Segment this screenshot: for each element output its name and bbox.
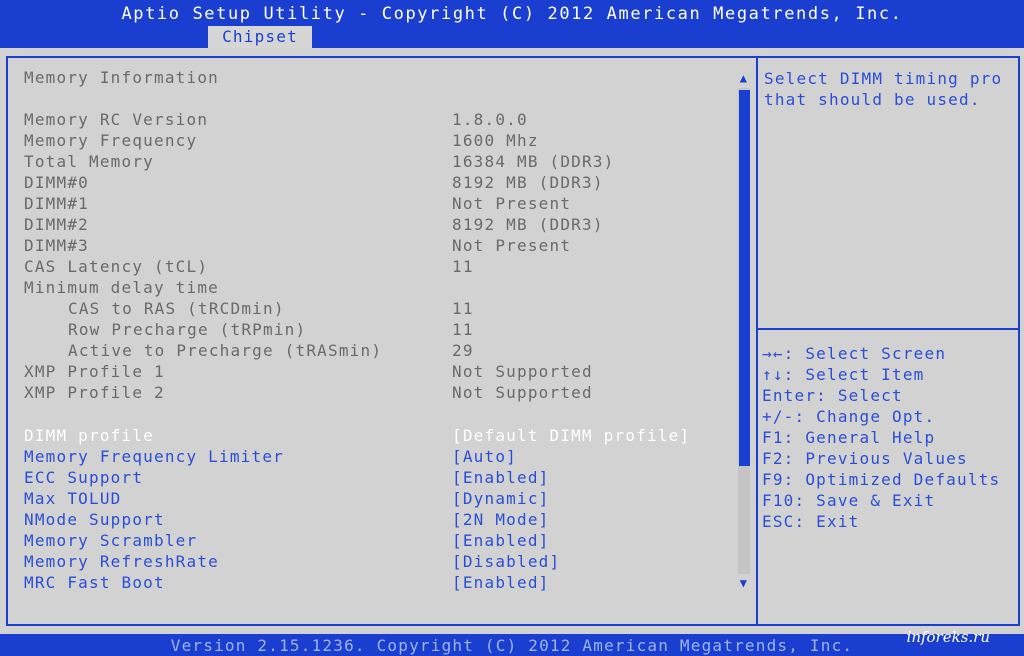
tab-chipset[interactable]: Chipset <box>208 26 312 48</box>
info-value: Not Supported <box>452 383 593 402</box>
key-enter-select: Enter: Select <box>762 386 903 405</box>
key-select-item: ↑↓: Select Item <box>762 365 925 384</box>
info-value: Not Supported <box>452 362 593 381</box>
option-label: NMode Support <box>24 510 165 529</box>
info-label: XMP Profile 2 <box>24 383 165 402</box>
option-label: Memory Frequency Limiter <box>24 447 284 466</box>
option-label: DIMM profile <box>24 426 154 445</box>
info-label: Total Memory <box>24 152 154 171</box>
option-value[interactable]: [Default DIMM profile] <box>452 426 690 445</box>
info-value: 29 <box>452 341 474 360</box>
info-label: DIMM#0 <box>24 173 89 192</box>
scroll-down-arrow-icon[interactable]: ▼ <box>737 576 751 590</box>
watermark: inforeks.ru <box>906 628 990 646</box>
key-save-exit: F10: Save & Exit <box>762 491 936 510</box>
section-title: Memory Information <box>24 68 219 87</box>
info-label: CAS Latency (tCL) <box>24 257 209 276</box>
option-value[interactable]: [Enabled] <box>452 573 550 592</box>
option-value[interactable]: [Auto] <box>452 447 517 466</box>
option-value[interactable]: [2N Mode] <box>452 510 550 529</box>
info-value: 11 <box>452 257 474 276</box>
option-value[interactable]: [Enabled] <box>452 531 550 550</box>
scroll-up-arrow-icon[interactable]: ▲ <box>737 71 751 85</box>
option-value[interactable]: [Enabled] <box>452 468 550 487</box>
option-value[interactable]: [Dynamic] <box>452 489 550 508</box>
info-label: Memory RC Version <box>24 110 209 129</box>
key-exit: ESC: Exit <box>762 512 860 531</box>
info-value: 8192 MB (DDR3) <box>452 173 604 192</box>
option-value[interactable]: [Disabled] <box>452 552 560 571</box>
footer-bar: Version 2.15.1236. Copyright (C) 2012 Am… <box>0 634 1024 656</box>
info-label: DIMM#2 <box>24 215 89 234</box>
info-label: Active to Precharge (tRASmin) <box>68 341 383 360</box>
info-value: Not Present <box>452 236 572 255</box>
key-previous-values: F2: Previous Values <box>762 449 968 468</box>
info-label: XMP Profile 1 <box>24 362 165 381</box>
info-value: 11 <box>452 299 474 318</box>
key-optimized-defaults: F9: Optimized Defaults <box>762 470 1001 489</box>
info-value: 8192 MB (DDR3) <box>452 215 604 234</box>
key-select-screen: →←: Select Screen <box>762 344 947 363</box>
key-legend: →←: Select Screen ↑↓: Select Item Enter:… <box>762 343 1020 532</box>
info-value: Not Present <box>452 194 572 213</box>
help-text-line: that should be used. <box>764 90 981 109</box>
info-label: CAS to RAS (tRCDmin) <box>68 299 285 318</box>
info-label: Row Precharge (tRPmin) <box>68 320 307 339</box>
option-label: ECC Support <box>24 468 144 487</box>
option-label: Memory Scrambler <box>24 531 198 550</box>
info-value: 1600 Mhz <box>452 131 539 150</box>
info-label: Memory Frequency <box>24 131 198 150</box>
option-label: Max TOLUD <box>24 489 122 508</box>
info-label: DIMM#1 <box>24 194 89 213</box>
key-change-opt: +/-: Change Opt. <box>762 407 936 426</box>
option-label: Memory RefreshRate <box>24 552 219 571</box>
title-bar: Aptio Setup Utility - Copyright (C) 2012… <box>0 0 1024 48</box>
help-text-line: Select DIMM timing pro <box>764 69 1003 88</box>
info-value: 1.8.0.0 <box>452 110 528 129</box>
key-general-help: F1: General Help <box>762 428 936 447</box>
info-value: 16384 MB (DDR3) <box>452 152 615 171</box>
option-label: MRC Fast Boot <box>24 573 165 592</box>
info-value: 11 <box>452 320 474 339</box>
help-divider <box>758 328 1020 330</box>
app-title: Aptio Setup Utility - Copyright (C) 2012… <box>121 4 903 24</box>
scrollbar-thumb[interactable] <box>739 90 750 466</box>
info-label: DIMM#3 <box>24 236 89 255</box>
panel-divider <box>756 56 758 626</box>
footer-text: Version 2.15.1236. Copyright (C) 2012 Am… <box>170 636 854 655</box>
info-label: Minimum delay time <box>24 278 219 297</box>
